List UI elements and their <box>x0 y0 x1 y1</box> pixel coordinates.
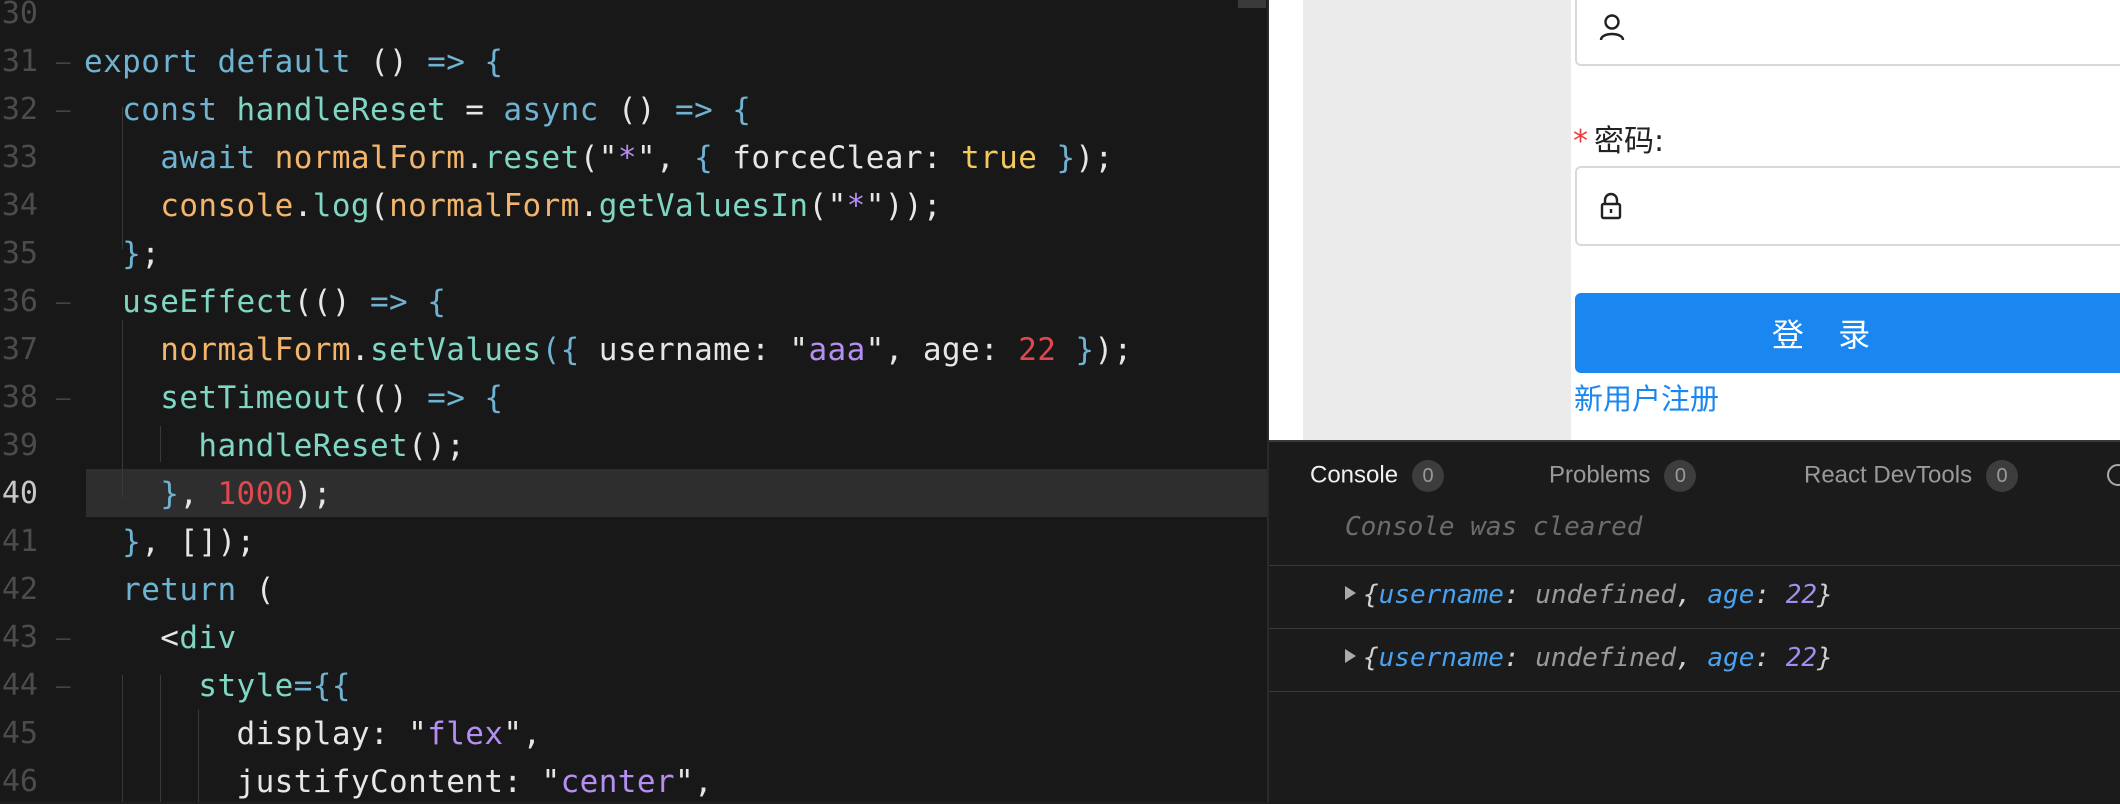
required-mark: * <box>1573 124 1588 159</box>
fold-marker-icon[interactable]: – <box>56 86 70 134</box>
fold-marker-icon[interactable]: – <box>56 614 70 662</box>
line-number: 32 <box>1 92 38 127</box>
devtools-panel: Console 0 Problems 0 React DevTools 0 Conso… <box>1269 440 2120 804</box>
login-button[interactable]: 登 录 <box>1575 293 2120 373</box>
fold-marker-icon[interactable]: – <box>56 38 70 86</box>
register-link[interactable]: 新用户注册 <box>1574 376 1719 418</box>
count-badge: 0 <box>1664 460 1697 492</box>
code-editor[interactable]: 30 31 32 33 34 35 36 37 38 39 40 41 42 4… <box>0 0 1267 802</box>
console-log-entry[interactable]: {username: undefined, age: 22} <box>1269 565 2120 628</box>
code-line: normalForm.setValues({ username: "aaa", … <box>160 332 1133 368</box>
username-input[interactable] <box>1575 0 2120 66</box>
lock-icon <box>1600 192 1622 220</box>
tab-label: Console <box>1310 461 1399 489</box>
tab-problems[interactable]: Problems 0 <box>1549 460 1697 492</box>
code-line: return ( <box>122 572 275 608</box>
fold-marker-icon[interactable]: – <box>56 662 70 710</box>
password-label: * 密码: <box>1573 116 1664 160</box>
code-line: }, []); <box>122 524 256 560</box>
count-badge: 0 <box>1986 460 2019 492</box>
line-number: 31 <box>1 44 38 79</box>
line-number: 30 <box>1 0 38 31</box>
code-line: style={{ <box>198 668 351 704</box>
code-line: console.log(normalForm.getValuesIn("*"))… <box>160 188 942 224</box>
code-line: <div <box>84 620 237 656</box>
divider <box>1269 691 2120 692</box>
line-number: 39 <box>1 428 38 463</box>
code-line: display: "flex", <box>84 716 542 752</box>
password-label-text: 密码: <box>1594 124 1665 159</box>
tab-label: Problems <box>1549 461 1651 489</box>
editor-scrollbar[interactable] <box>1238 0 1266 8</box>
user-icon <box>1599 14 1625 41</box>
tab-console[interactable]: Console 0 <box>1310 460 1445 492</box>
line-number: 36 <box>1 284 38 319</box>
app-preview: * 密码: 登 录 新用户注册 <box>1269 0 2120 440</box>
line-number: 33 <box>1 140 38 175</box>
code-line-current: }, 1000); <box>160 476 332 512</box>
code-line: await normalForm.reset("*", { forceClear… <box>84 140 1114 176</box>
line-number: 44 <box>1 668 38 703</box>
line-number: 45 <box>1 716 38 751</box>
log-object: {username: undefined, age: 22} <box>1363 643 1833 673</box>
line-number: 41 <box>1 524 38 559</box>
tab-react-devtools[interactable]: React DevTools 0 <box>1804 460 2019 492</box>
code-line: justifyContent: "center", <box>84 764 714 800</box>
code-line: }; <box>122 236 161 272</box>
expand-arrow-icon[interactable] <box>1345 586 1356 600</box>
preview-side-area <box>1303 0 1571 440</box>
code-line: setTimeout(() => { <box>160 380 504 416</box>
login-button-label: 登 录 <box>1771 316 1883 354</box>
count-badge: 0 <box>1412 460 1445 492</box>
line-number: 42 <box>1 572 38 607</box>
line-number: 35 <box>1 236 38 271</box>
code-line: export default () => { <box>84 44 504 80</box>
line-number: 43 <box>1 620 38 655</box>
tab-label: React DevTools <box>1804 461 1973 489</box>
fold-marker-icon[interactable]: – <box>56 278 70 326</box>
line-number: 37 <box>1 332 38 367</box>
line-number-current: 40 <box>1 476 38 511</box>
password-input[interactable] <box>1575 166 2120 246</box>
line-number: 46 <box>1 764 38 799</box>
console-log-entry[interactable]: {username: undefined, age: 22} <box>1269 628 2120 691</box>
code-line: handleReset(); <box>198 428 466 464</box>
line-number: 38 <box>1 380 38 415</box>
fold-marker-icon[interactable]: – <box>56 374 70 422</box>
log-object: {username: undefined, age: 22} <box>1363 580 1833 610</box>
expand-arrow-icon[interactable] <box>1345 649 1356 663</box>
line-number: 34 <box>1 188 38 223</box>
clear-console-icon[interactable] <box>2107 464 2120 486</box>
code-line: const handleReset = async () => { <box>84 92 752 128</box>
code-line: useEffect(() => { <box>122 284 447 320</box>
console-cleared-message: Console was cleared <box>1345 512 1643 542</box>
